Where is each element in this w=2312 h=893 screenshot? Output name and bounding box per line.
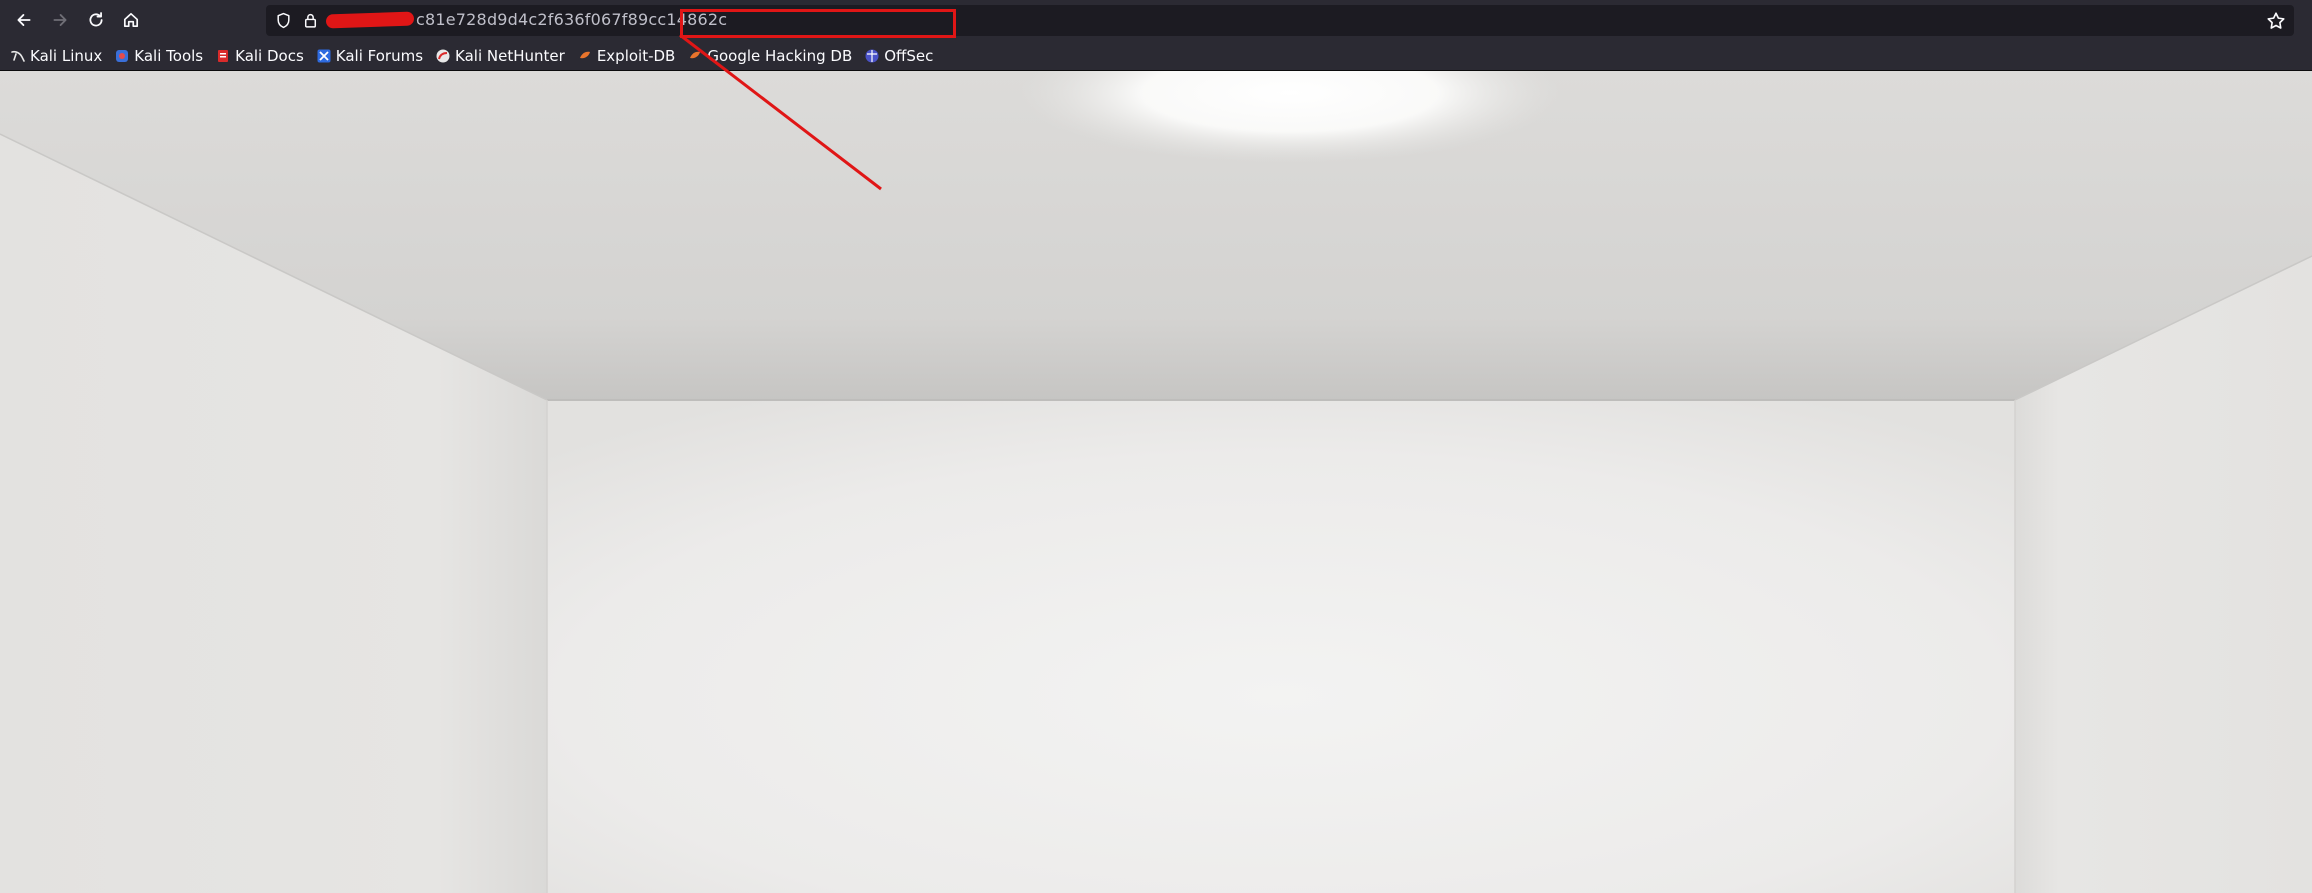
home-button[interactable] bbox=[117, 6, 145, 34]
navigation-toolbar: c81e728d9d4c2f636f067f89cc14862c bbox=[0, 0, 2312, 41]
bookmark-kali-forums[interactable]: Kali Forums bbox=[316, 43, 423, 69]
star-icon[interactable] bbox=[2266, 11, 2286, 31]
bookmark-label: Exploit-DB bbox=[596, 46, 676, 65]
lock-icon[interactable] bbox=[302, 12, 319, 29]
bookmark-label: Kali NetHunter bbox=[455, 46, 565, 65]
bookmark-label: Kali Forums bbox=[335, 46, 424, 65]
back-arrow-icon bbox=[17, 14, 31, 26]
nethunter-icon bbox=[436, 49, 450, 62]
home-icon bbox=[123, 12, 139, 28]
back-button[interactable] bbox=[10, 6, 38, 34]
kali-dragon-icon bbox=[11, 50, 25, 62]
webpage-3d-room-scene bbox=[0, 71, 2312, 893]
redaction-scribble bbox=[325, 11, 415, 29]
bookmarks-toolbar: Kali Linux Kali Tools Kali Docs Kali For… bbox=[0, 41, 2312, 71]
annotation-highlight-box bbox=[680, 9, 956, 38]
bookmark-label: Kali Linux bbox=[30, 46, 103, 65]
kali-forums-icon bbox=[317, 49, 331, 62]
forward-button[interactable] bbox=[46, 6, 74, 34]
exploit-db-icon bbox=[579, 51, 590, 58]
bookmark-exploit-db[interactable]: Exploit-DB bbox=[577, 43, 676, 69]
bookmark-label: OffSec bbox=[884, 46, 934, 65]
offsec-icon bbox=[865, 49, 879, 62]
bookmark-offsec[interactable]: OffSec bbox=[864, 43, 933, 69]
bookmark-label: Kali Docs bbox=[235, 46, 304, 65]
forward-arrow-icon bbox=[53, 14, 67, 26]
bookmark-kali-nethunter[interactable]: Kali NetHunter bbox=[435, 43, 565, 69]
ghdb-icon bbox=[690, 51, 701, 58]
kali-tools-icon bbox=[116, 49, 129, 62]
room-render bbox=[0, 71, 2312, 893]
reload-button[interactable] bbox=[82, 6, 110, 34]
bookmark-kali-linux[interactable]: Kali Linux bbox=[10, 43, 102, 69]
bookmark-label: Kali Tools bbox=[134, 46, 204, 65]
bookmark-kali-docs[interactable]: Kali Docs bbox=[215, 43, 304, 69]
shield-icon[interactable] bbox=[275, 12, 292, 29]
bookmark-google-hacking-db[interactable]: Google Hacking DB bbox=[687, 43, 852, 69]
bookmark-label: Google Hacking DB bbox=[707, 46, 853, 65]
bookmark-kali-tools[interactable]: Kali Tools bbox=[114, 43, 203, 69]
address-bar[interactable]: c81e728d9d4c2f636f067f89cc14862c bbox=[266, 5, 2294, 38]
reload-icon bbox=[89, 12, 103, 27]
kali-docs-icon bbox=[218, 49, 229, 62]
